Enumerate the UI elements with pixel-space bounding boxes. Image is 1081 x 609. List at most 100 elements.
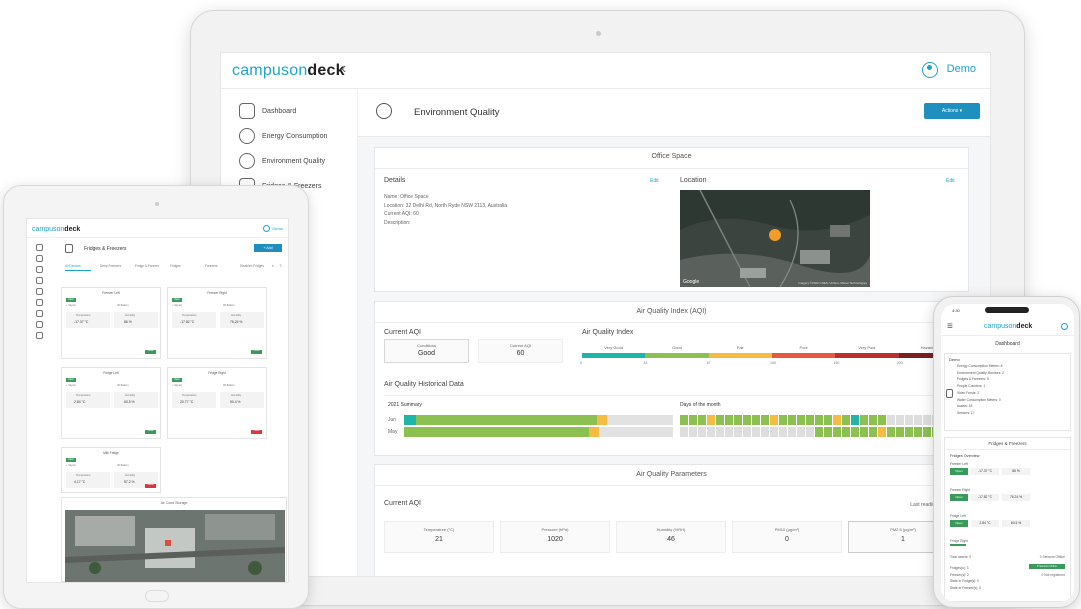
device-card[interactable]: Milk Fridge Open + Signal 90 Battery Tempera… (61, 447, 161, 493)
day-cell[interactable] (860, 427, 868, 437)
day-cell[interactable] (680, 415, 688, 425)
day-cell[interactable] (752, 427, 760, 437)
actions-button[interactable]: Actions ▾ (924, 103, 980, 119)
brand-logo[interactable]: campusondeck (32, 226, 80, 233)
hamburger-menu-icon[interactable]: ≡ (947, 321, 953, 332)
device-card[interactable]: Fridge Left Open + Signal 90 Battery Tempera… (61, 367, 161, 439)
day-cell[interactable] (797, 427, 805, 437)
day-cell[interactable] (788, 415, 796, 425)
energy-icon[interactable] (36, 255, 43, 262)
day-cell[interactable] (923, 427, 931, 437)
day-cell[interactable] (770, 427, 778, 437)
day-cell[interactable] (689, 415, 697, 425)
day-cell[interactable] (815, 427, 823, 437)
fridge-icon[interactable] (36, 277, 43, 284)
day-cell[interactable] (716, 415, 724, 425)
day-cell[interactable] (851, 415, 859, 425)
sidebar-item-dashboard[interactable]: Dashboard (239, 101, 296, 121)
day-cell[interactable] (725, 415, 733, 425)
day-cell[interactable] (905, 427, 913, 437)
day-cell[interactable] (824, 427, 832, 437)
sidebar-item-environment[interactable]: Environment Quality (239, 151, 325, 171)
day-cell[interactable] (761, 415, 769, 425)
brand-logo[interactable]: campusondeck (232, 62, 345, 80)
device-card[interactable]: Fridge Right Open + Signal 90 Battery Temper… (167, 367, 267, 439)
user-avatar-icon[interactable] (263, 225, 270, 232)
day-cell[interactable] (842, 415, 850, 425)
day-cell[interactable] (734, 415, 742, 425)
edit-details-link[interactable]: Edit (650, 178, 659, 184)
day-cell[interactable] (698, 427, 706, 437)
day-cell[interactable] (779, 427, 787, 437)
monitor-icon[interactable] (36, 288, 43, 295)
day-cell[interactable] (689, 427, 697, 437)
day-cell[interactable] (887, 427, 895, 437)
temp-value: 20.77 °C (180, 400, 194, 404)
device-card[interactable]: Freezer Right Open + Signal 90 Battery Tempe… (167, 287, 267, 359)
day-cell[interactable] (743, 415, 751, 425)
add-button[interactable]: + Add (254, 244, 282, 252)
user-avatar-icon[interactable] (1061, 323, 1068, 330)
search-icon[interactable]: ⌕ (272, 263, 274, 268)
day-cell[interactable] (824, 415, 832, 425)
day-cell[interactable] (806, 415, 814, 425)
day-cell[interactable] (860, 415, 868, 425)
tab-item[interactable]: Fridges (170, 264, 181, 268)
sidebar-item-energy[interactable]: Energy Consumption (239, 126, 327, 146)
day-cell[interactable] (896, 427, 904, 437)
day-cell[interactable] (770, 415, 778, 425)
day-cell[interactable] (833, 415, 841, 425)
filter-icon[interactable]: ≡ (280, 263, 282, 268)
day-cell[interactable] (896, 415, 904, 425)
edit-location-link[interactable]: Edit (946, 178, 955, 184)
satellite-map[interactable] (65, 510, 285, 582)
day-cell[interactable] (761, 427, 769, 437)
location-map[interactable]: Google Imagery ©2022 CNES / Airbus, Maxa… (680, 190, 870, 287)
day-cell[interactable] (851, 427, 859, 437)
consumption-icon[interactable] (36, 310, 43, 317)
brand-logo[interactable]: campusondeck (984, 323, 1032, 330)
tab-item[interactable]: All Devices (65, 264, 81, 268)
day-cell[interactable] (788, 427, 796, 437)
user-avatar-icon[interactable] (922, 62, 938, 78)
day-cell[interactable] (734, 427, 742, 437)
water-icon[interactable] (36, 321, 43, 328)
day-cell[interactable] (725, 427, 733, 437)
day-cell[interactable] (707, 415, 715, 425)
day-cell[interactable] (743, 427, 751, 437)
tab-item[interactable]: Deep Freezers (100, 264, 121, 268)
day-cell[interactable] (923, 415, 931, 425)
day-cell[interactable] (815, 415, 823, 425)
day-cell[interactable] (806, 427, 814, 437)
home-button[interactable] (145, 590, 169, 602)
day-cell[interactable] (779, 415, 787, 425)
day-cell[interactable] (878, 427, 886, 437)
day-cell[interactable] (905, 415, 913, 425)
day-cell[interactable] (833, 427, 841, 437)
environment-icon[interactable] (36, 266, 43, 273)
day-cell[interactable] (707, 427, 715, 437)
device-card[interactable]: Freezer Left Open + Signal 90 Battery Temper… (61, 287, 161, 359)
day-cell[interactable] (869, 415, 877, 425)
day-cell[interactable] (752, 415, 760, 425)
user-name[interactable]: Demo (947, 63, 976, 75)
day-cell[interactable] (797, 415, 805, 425)
maintenance-icon[interactable] (36, 299, 43, 306)
day-cell[interactable] (914, 427, 922, 437)
settings-icon[interactable] (36, 332, 43, 339)
tab-item[interactable]: Freezers (205, 264, 218, 268)
day-cell[interactable] (914, 415, 922, 425)
tab-item[interactable]: Fridge & Freezer (135, 264, 159, 268)
user-name[interactable]: Demo (272, 226, 283, 231)
day-cell[interactable] (716, 427, 724, 437)
dashboard-icon[interactable] (36, 244, 43, 251)
tab-item[interactable]: Disabled Fridges (240, 264, 264, 268)
day-cell[interactable] (878, 415, 886, 425)
day-cell[interactable] (869, 427, 877, 437)
day-cell[interactable] (698, 415, 706, 425)
history-bar-green: 30 (404, 427, 589, 441)
collapse-sidebar-icon[interactable]: ‹ (341, 60, 346, 78)
day-cell[interactable] (680, 427, 688, 437)
day-cell[interactable] (842, 427, 850, 437)
day-cell[interactable] (887, 415, 895, 425)
